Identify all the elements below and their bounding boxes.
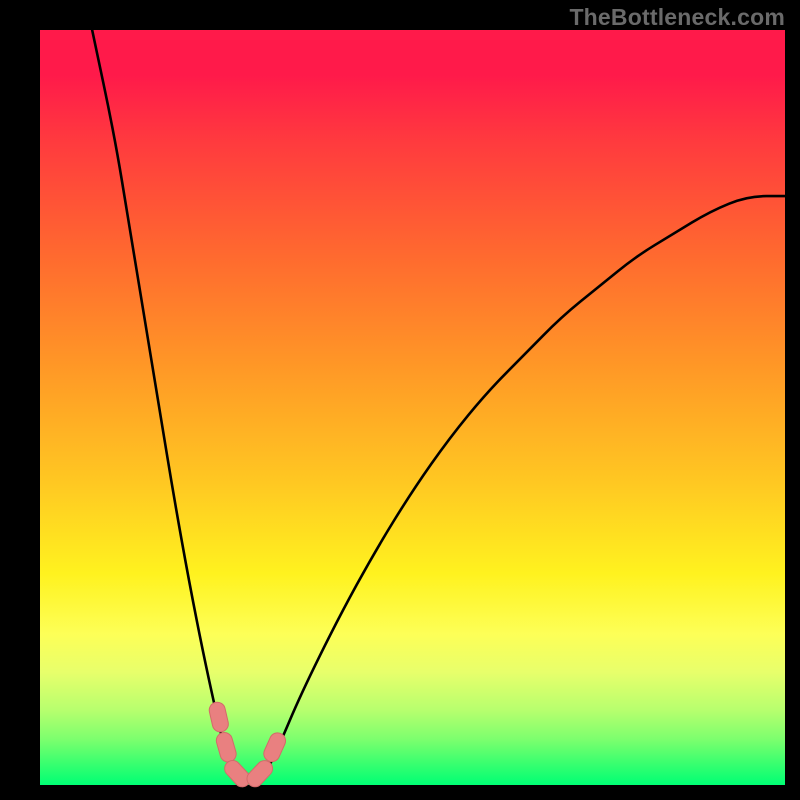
chart-frame: TheBottleneck.com — [0, 0, 800, 800]
chart-svg — [0, 0, 800, 800]
trough-marker — [208, 701, 230, 734]
trough-marker — [214, 731, 238, 764]
bottleneck-curve — [92, 30, 785, 779]
marker-layer — [208, 701, 288, 790]
curve-layer — [92, 30, 785, 779]
